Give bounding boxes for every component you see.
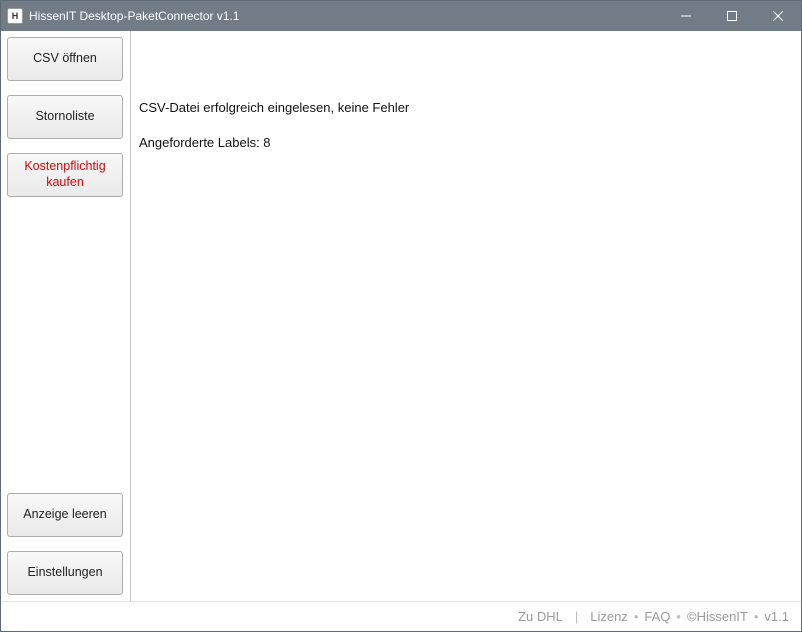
maximize-button[interactable]	[709, 1, 755, 31]
close-icon	[773, 11, 783, 21]
main-area: CSV öffnen Stornoliste Kostenpflichtig k…	[1, 31, 801, 601]
content-panel: CSV-Datei erfolgreich eingelesen, keine …	[131, 31, 801, 601]
maximize-icon	[727, 11, 737, 21]
sidebar-spacer	[7, 211, 124, 479]
settings-button[interactable]: Einstellungen	[7, 551, 123, 595]
app-window: H HissenIT Desktop-PaketConnector v1.1 C…	[0, 0, 802, 632]
window-title: HissenIT Desktop-PaketConnector v1.1	[29, 9, 663, 23]
buy-button[interactable]: Kostenpflichtig kaufen	[7, 153, 123, 197]
client-area: CSV öffnen Stornoliste Kostenpflichtig k…	[1, 31, 801, 631]
close-button[interactable]	[755, 1, 801, 31]
footer-copyright[interactable]: ©HissenIT	[687, 609, 748, 624]
window-controls	[663, 1, 801, 31]
storno-list-button[interactable]: Stornoliste	[7, 95, 123, 139]
footer-version: v1.1	[764, 609, 789, 624]
clear-display-button[interactable]: Anzeige leeren	[7, 493, 123, 537]
sidebar: CSV öffnen Stornoliste Kostenpflichtig k…	[1, 31, 131, 601]
footer-separator-pipe: |	[575, 609, 578, 624]
footer-dot-3: •	[754, 609, 759, 624]
status-line-2: Angeforderte Labels: 8	[139, 134, 793, 152]
status-line-1: CSV-Datei erfolgreich eingelesen, keine …	[139, 99, 793, 117]
footer-license-link[interactable]: Lizenz	[590, 609, 628, 624]
footer-dot-2: •	[676, 609, 681, 624]
footer-faq-link[interactable]: FAQ	[644, 609, 670, 624]
minimize-button[interactable]	[663, 1, 709, 31]
footer-dot-1: •	[634, 609, 639, 624]
open-csv-button[interactable]: CSV öffnen	[7, 37, 123, 81]
footer: Zu DHL | Lizenz • FAQ • ©HissenIT • v1.1	[1, 601, 801, 631]
footer-dhl-link[interactable]: Zu DHL	[518, 609, 563, 624]
minimize-icon	[681, 11, 691, 21]
app-icon: H	[7, 8, 23, 24]
titlebar: H HissenIT Desktop-PaketConnector v1.1	[1, 1, 801, 31]
